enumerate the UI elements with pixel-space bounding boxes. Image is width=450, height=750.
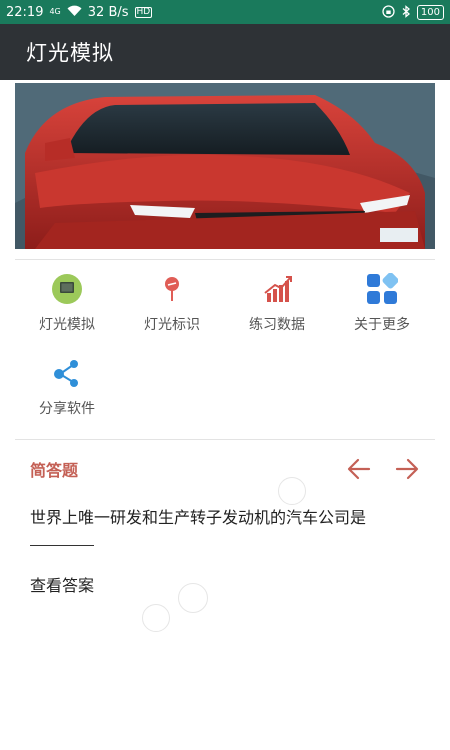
battery-icon: 100 [416,4,444,20]
quiz-nav [346,456,420,482]
status-time: 22:19 [6,4,44,20]
chart-icon [260,272,294,306]
menu-item-share-app[interactable]: 分享软件 [15,356,119,418]
wifi-icon [67,5,82,19]
app-bar: 灯光模拟 [0,24,450,80]
page-title: 灯光模拟 [26,41,114,65]
network-speed: 32 B/s [87,4,129,20]
grid-icon [365,272,399,306]
menu-item-light-signs[interactable]: 灯光标识 [120,272,224,334]
menu-item-practice-data[interactable]: 练习数据 [225,272,329,334]
divider [15,439,435,440]
divider [15,259,435,260]
map-pin-icon [155,272,189,306]
hd-icon: HD [134,6,153,18]
status-bar: 22:19 4G 32 B/s HD 100 [0,0,450,24]
touch-indicator [142,604,170,632]
menu-label: 练习数据 [249,317,305,333]
menu-item-light-simulation[interactable]: 灯光模拟 [15,272,119,334]
network-type: 4G [49,7,61,16]
section-title: 简答题 [30,461,79,480]
arrow-right-icon[interactable] [394,456,420,482]
menu-label: 关于更多 [354,317,410,333]
touch-indicator [178,583,208,613]
question-text: 世界上唯一研发和生产转子发动机的汽车公司是 [30,508,367,527]
touch-indicator [278,477,306,505]
view-answer-button[interactable]: 查看答案 [30,572,94,596]
bluetooth-icon [401,4,411,20]
lock-rotation-icon [382,4,395,20]
device-icon [50,272,84,306]
share-icon [50,356,84,390]
banner-image[interactable] [15,83,435,249]
menu-item-about-more[interactable]: 关于更多 [330,272,434,334]
quiz-header: 简答题 [30,455,420,483]
arrow-left-icon[interactable] [346,456,372,482]
menu-label: 分享软件 [39,401,95,417]
car-illustration [15,83,435,249]
menu-label: 灯光标识 [144,317,200,333]
answer-blank [30,545,94,546]
menu-label: 灯光模拟 [39,317,95,333]
